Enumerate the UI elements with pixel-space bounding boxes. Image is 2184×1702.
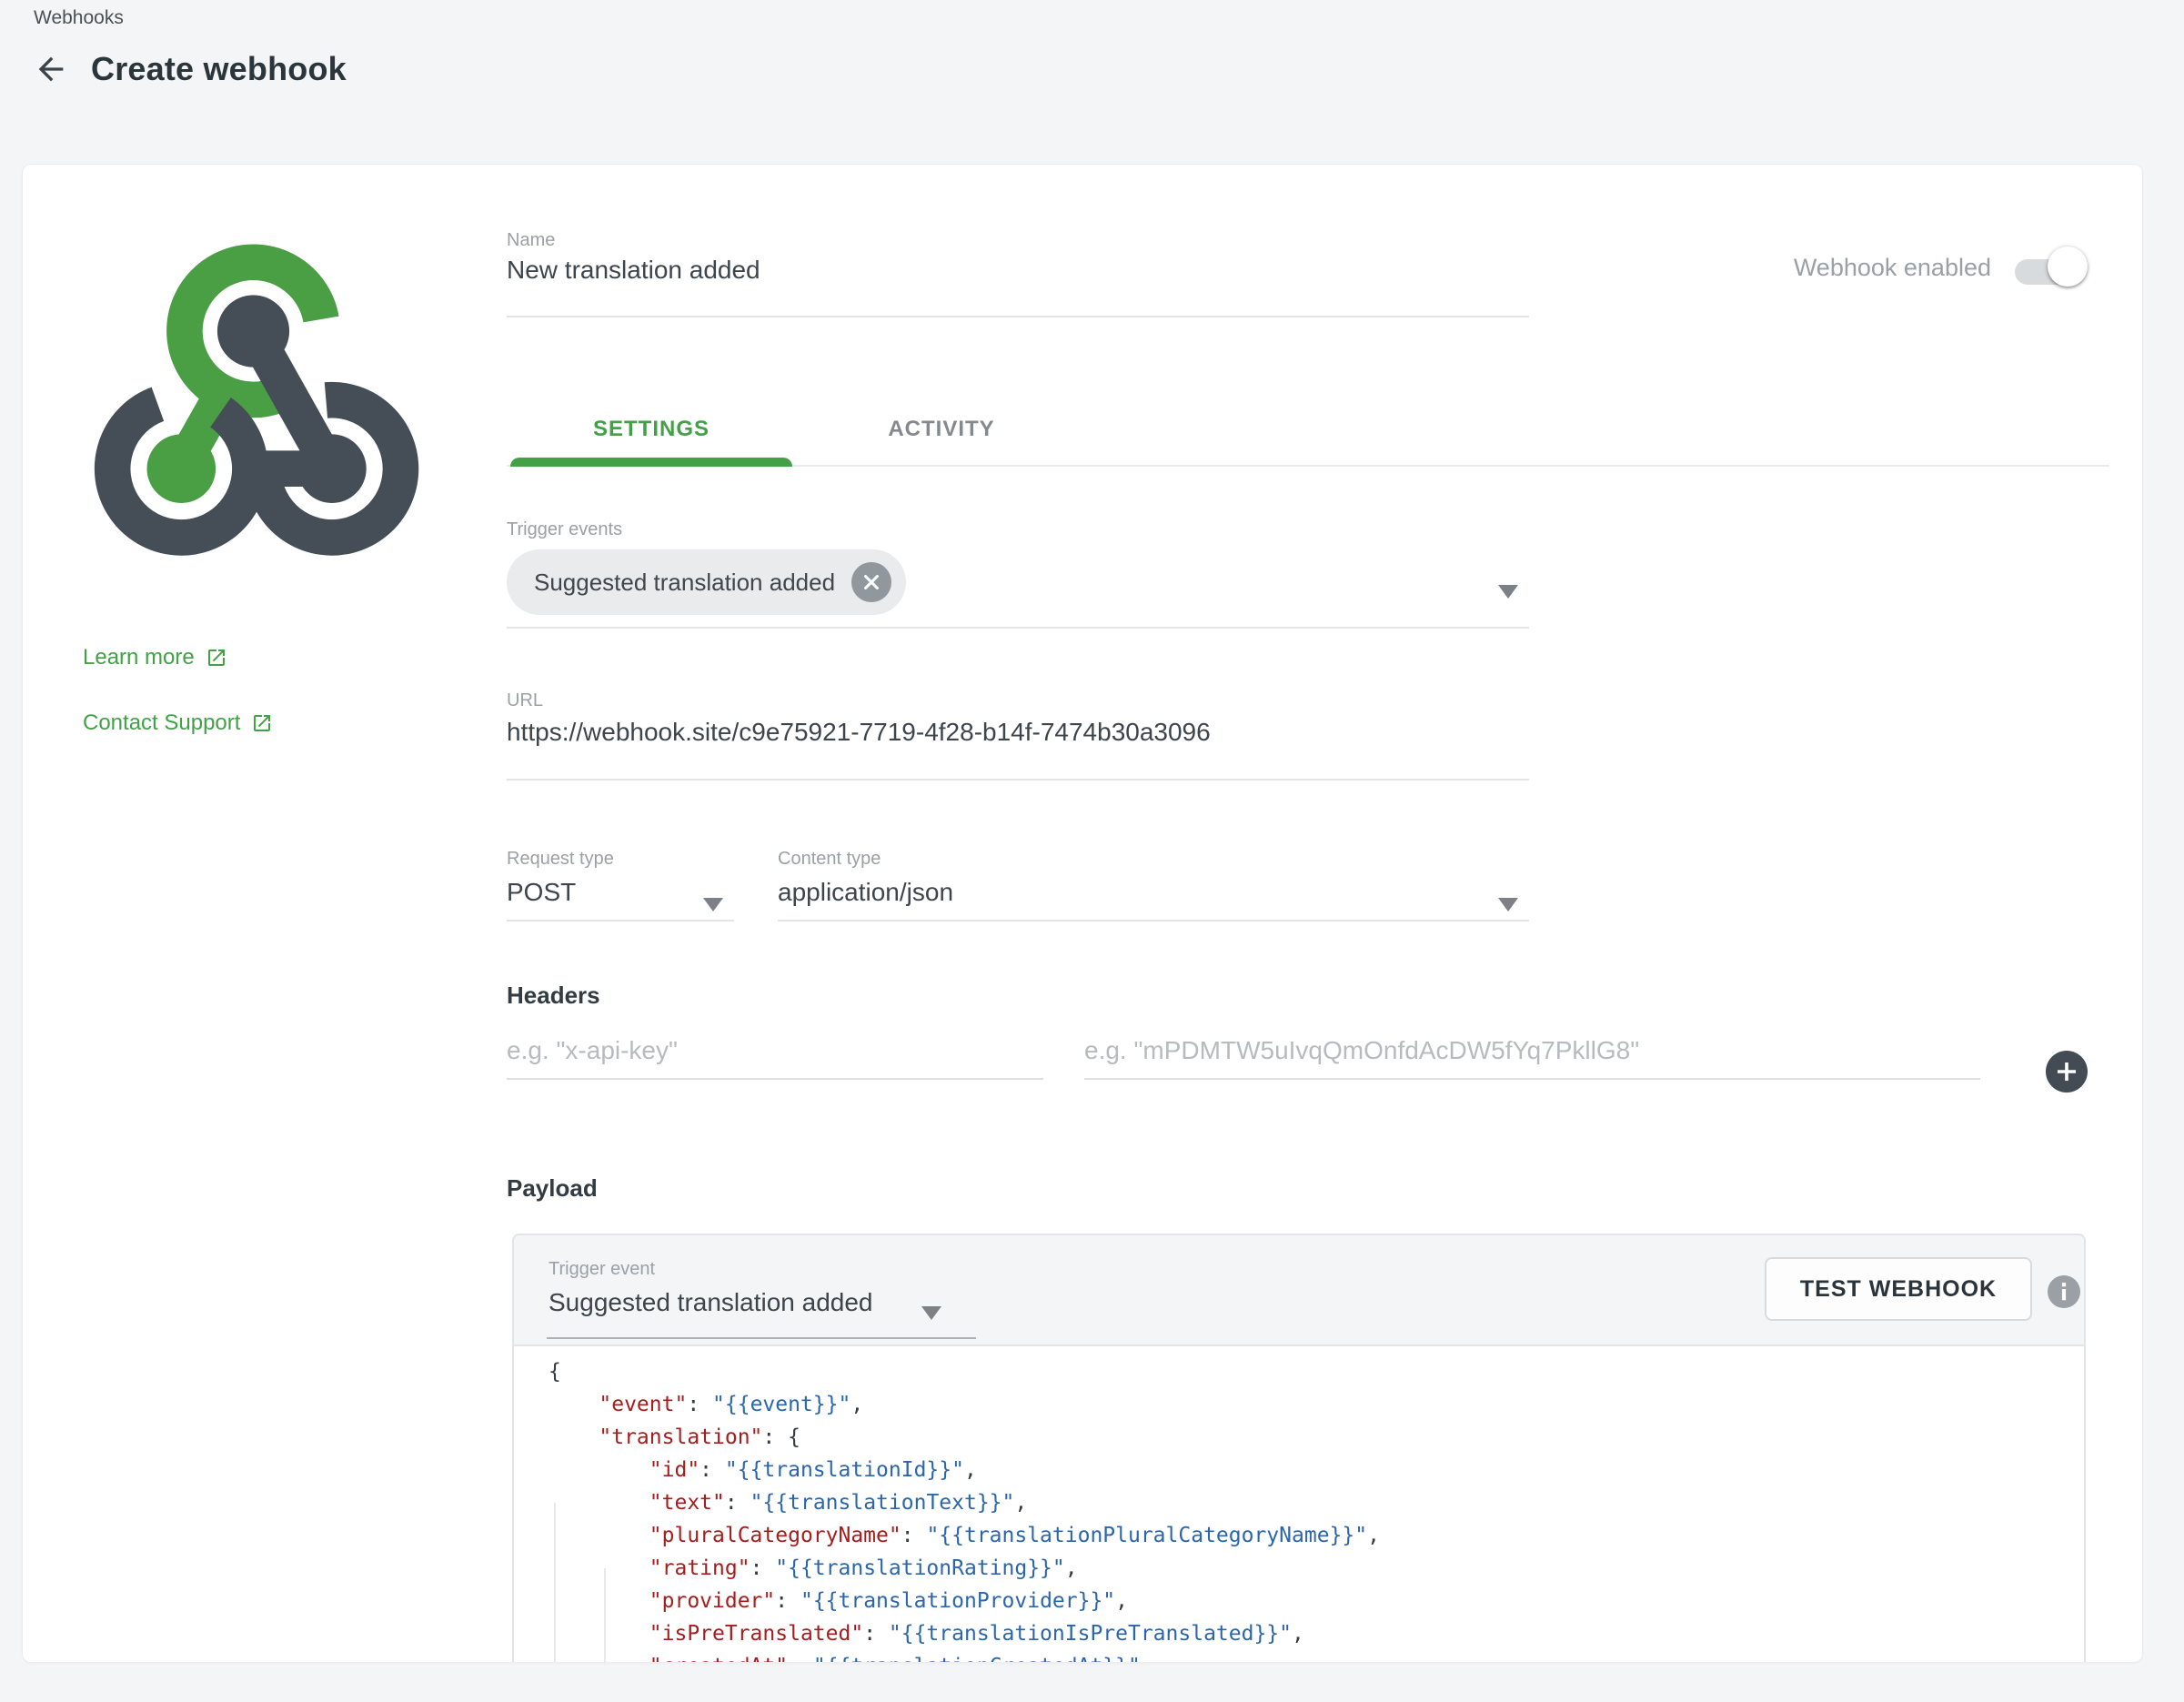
page-title: Create webhook bbox=[91, 50, 347, 88]
url-label: URL bbox=[507, 690, 543, 711]
content-type-label: Content type bbox=[778, 849, 881, 870]
header-key-input[interactable] bbox=[507, 1036, 1043, 1080]
info-icon[interactable] bbox=[2048, 1275, 2080, 1308]
page-header: Create webhook bbox=[31, 49, 347, 89]
name-underline bbox=[507, 316, 1529, 317]
payload-trigger-underline bbox=[547, 1337, 976, 1339]
payload-code-editor[interactable]: { "event": "{{event}}", "translation": {… bbox=[514, 1348, 2084, 1663]
trigger-events-underline bbox=[507, 627, 1529, 629]
trigger-event-chip[interactable]: Suggested translation added bbox=[507, 549, 906, 615]
arrow-left-icon bbox=[33, 51, 69, 87]
url-input[interactable] bbox=[507, 718, 1529, 747]
close-icon bbox=[861, 572, 881, 592]
payload-box: Trigger event Suggested translation adde… bbox=[512, 1234, 2086, 1663]
tab-activity[interactable]: ACTIVITY bbox=[792, 394, 1091, 465]
open-in-new-icon bbox=[251, 712, 273, 734]
trigger-events-dropdown-icon[interactable] bbox=[1498, 585, 1518, 599]
name-input[interactable] bbox=[507, 256, 1529, 285]
trigger-events-label: Trigger events bbox=[507, 519, 622, 540]
contact-support-link[interactable]: Contact Support bbox=[83, 710, 273, 736]
webhook-logo-icon bbox=[78, 233, 428, 560]
content-type-dropdown-icon[interactable] bbox=[1498, 898, 1518, 911]
payload-trigger-event-label: Trigger event bbox=[549, 1259, 655, 1280]
contact-support-label: Contact Support bbox=[83, 710, 240, 736]
header-value-input[interactable] bbox=[1084, 1036, 1980, 1080]
content-type-select[interactable]: application/json bbox=[778, 878, 1414, 907]
indent-guide bbox=[604, 1568, 606, 1663]
plus-icon bbox=[2054, 1059, 2079, 1084]
payload-trigger-dropdown-icon[interactable] bbox=[921, 1306, 941, 1320]
payload-title: Payload bbox=[507, 1174, 598, 1203]
url-underline bbox=[507, 779, 1529, 781]
request-type-underline bbox=[507, 920, 734, 921]
tab-active-indicator bbox=[510, 458, 792, 467]
request-type-select[interactable]: POST bbox=[507, 878, 689, 907]
name-label: Name bbox=[507, 230, 555, 251]
chip-remove-button[interactable] bbox=[851, 562, 891, 602]
back-button[interactable] bbox=[31, 49, 71, 89]
add-header-button[interactable] bbox=[2046, 1051, 2088, 1093]
headers-title: Headers bbox=[507, 982, 600, 1010]
breadcrumb[interactable]: Webhooks bbox=[34, 7, 124, 29]
create-webhook-card: Learn more Contact Support Name Webhook … bbox=[22, 164, 2143, 1663]
payload-header: Trigger event Suggested translation adde… bbox=[514, 1235, 2084, 1346]
test-webhook-button[interactable]: TEST WEBHOOK bbox=[1765, 1257, 2032, 1321]
content-type-underline bbox=[778, 920, 1529, 921]
open-in-new-icon bbox=[206, 647, 227, 669]
request-type-dropdown-icon[interactable] bbox=[703, 898, 723, 911]
learn-more-link[interactable]: Learn more bbox=[83, 645, 227, 670]
payload-code-lines: { "event": "{{event}}", "translation": {… bbox=[549, 1355, 2084, 1663]
request-type-label: Request type bbox=[507, 849, 614, 870]
indent-guide bbox=[554, 1503, 556, 1663]
webhook-enabled-toggle[interactable] bbox=[2013, 243, 2091, 290]
payload-trigger-event-select[interactable]: Suggested translation added bbox=[549, 1288, 931, 1317]
learn-more-label: Learn more bbox=[83, 645, 195, 670]
chip-label: Suggested translation added bbox=[534, 569, 835, 597]
tab-settings[interactable]: SETTINGS bbox=[510, 394, 792, 465]
toggle-thumb bbox=[2048, 247, 2088, 287]
webhook-enabled-label: Webhook enabled bbox=[1751, 254, 1991, 282]
